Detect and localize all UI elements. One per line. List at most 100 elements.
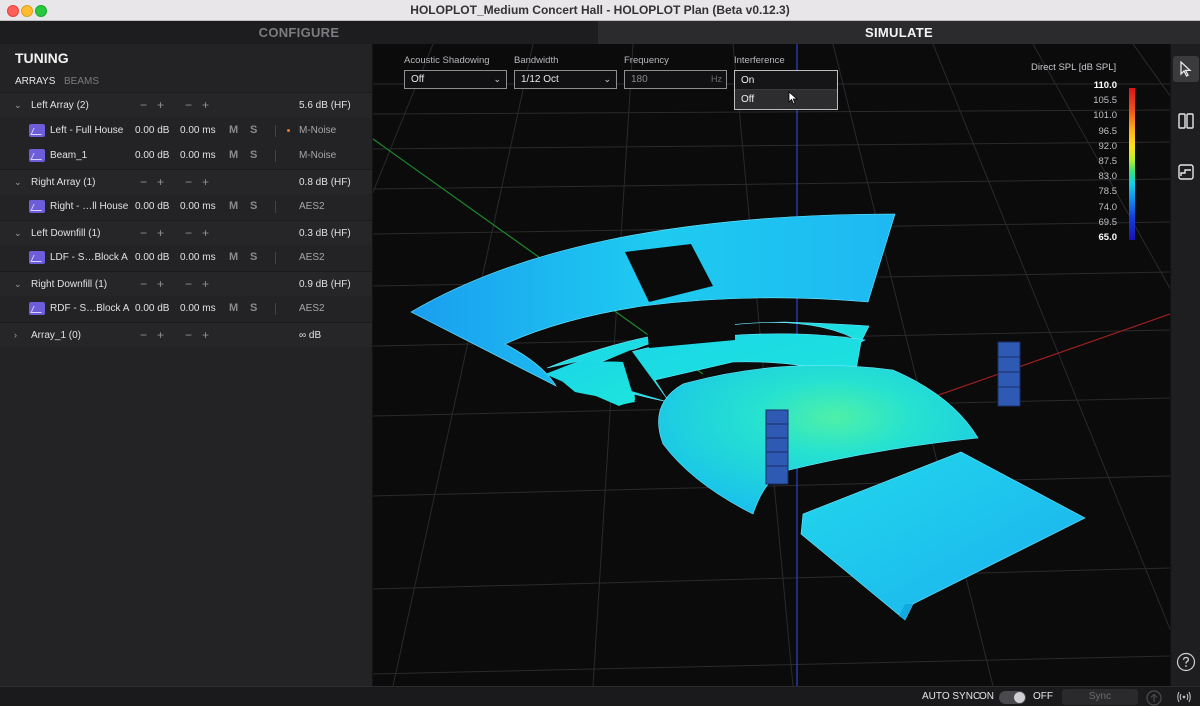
- tab-simulate[interactable]: SIMULATE: [598, 21, 1200, 44]
- array-group-row[interactable]: › Array_1 (0) − + − + ∞ dB: [0, 321, 372, 349]
- mute-button[interactable]: M: [229, 143, 238, 169]
- delay-decrease-button[interactable]: −: [185, 221, 192, 247]
- frequency-input[interactable]: 180 Hz: [624, 70, 727, 89]
- delay-decrease-button[interactable]: −: [185, 323, 192, 349]
- gain-increase-button[interactable]: +: [157, 221, 164, 247]
- mute-button[interactable]: M: [229, 194, 238, 220]
- delay-decrease-button[interactable]: −: [185, 93, 192, 119]
- beam-delay-value[interactable]: 0.00 ms: [180, 194, 216, 220]
- legend-title: Direct SPL [dB SPL]: [1031, 62, 1117, 73]
- speaker-right-array[interactable]: [997, 341, 1021, 407]
- chevron-down-icon[interactable]: ⌄: [14, 221, 24, 247]
- auto-sync-on-label: ON: [979, 691, 994, 702]
- window-titlebar: HOLOPLOT_Medium Concert Hall - HOLOPLOT …: [0, 0, 1200, 21]
- divider: [275, 303, 276, 315]
- delay-increase-button[interactable]: +: [202, 272, 209, 298]
- delay-increase-button[interactable]: +: [202, 323, 209, 349]
- gain-decrease-button[interactable]: −: [140, 272, 147, 298]
- beam-delay-value[interactable]: 0.00 ms: [180, 118, 216, 144]
- sync-button[interactable]: Sync: [1062, 689, 1138, 705]
- beam-delay-value[interactable]: 0.00 ms: [180, 143, 216, 169]
- mute-button[interactable]: M: [229, 245, 238, 271]
- speaker-left-array[interactable]: [765, 409, 789, 485]
- tab-configure[interactable]: CONFIGURE: [0, 21, 598, 44]
- solo-button[interactable]: S: [250, 143, 257, 169]
- beam-icon: [29, 251, 45, 264]
- mute-button[interactable]: M: [229, 296, 238, 322]
- gain-increase-button[interactable]: +: [157, 323, 164, 349]
- beam-row[interactable]: RDF - S…Block A 0.00 dB 0.00 ms M S AES2: [0, 296, 372, 322]
- acoustic-shadowing-select[interactable]: Off ⌄: [404, 70, 507, 89]
- bandwidth-value: 1/12 Oct: [521, 74, 559, 85]
- graph-view-button[interactable]: [1173, 159, 1199, 185]
- divider: [275, 150, 276, 162]
- gain-decrease-button[interactable]: −: [140, 221, 147, 247]
- bandwidth-select[interactable]: 1/12 Oct ⌄: [514, 70, 617, 89]
- beam-gain-value[interactable]: 0.00 dB: [135, 194, 169, 220]
- legend-tick-label: 110.0: [1093, 80, 1117, 91]
- pointer-tool-button[interactable]: [1173, 56, 1199, 82]
- 3d-scene[interactable]: [373, 44, 1170, 686]
- beam-delay-value[interactable]: 0.00 ms: [180, 296, 216, 322]
- subtab-arrays[interactable]: ARRAYS: [15, 76, 55, 87]
- array-group-row[interactable]: ⌄ Right Downfill (1) − + − +0.9 dB (HF): [0, 270, 372, 298]
- beam-name: Left - Full House: [50, 124, 124, 136]
- mode-tabs: CONFIGURE SIMULATE: [0, 21, 1200, 44]
- auto-sync-toggle[interactable]: [999, 691, 1026, 704]
- chevron-down-icon[interactable]: ⌄: [14, 272, 24, 298]
- solo-button[interactable]: S: [250, 194, 257, 220]
- beam-row[interactable]: LDF - S…Block A 0.00 dB 0.00 ms M S AES2: [0, 245, 372, 271]
- beam-delay-value[interactable]: 0.00 ms: [180, 245, 216, 271]
- gain-decrease-button[interactable]: −: [140, 170, 147, 196]
- frequency-value: 180: [631, 74, 648, 85]
- interference-option-off[interactable]: Off: [735, 90, 837, 109]
- help-icon: [1176, 652, 1196, 672]
- array-group-row[interactable]: ⌄ Left Downfill (1) − + − +0.3 dB (HF): [0, 219, 372, 247]
- beam-row[interactable]: Left - Full House 0.00 dB 0.00 ms M S M-Noise: [0, 117, 372, 144]
- legend-tick-label: 83.0: [1098, 171, 1118, 183]
- tuning-panel: TUNING ARRAYS BEAMS ⌄ Left Array (2) − + − +5…: [0, 44, 373, 686]
- array-group-row[interactable]: ⌄ Right Array (1) − + − +0.8 dB (HF): [0, 168, 372, 196]
- interference-option-on[interactable]: On: [735, 71, 837, 90]
- beam-gain-value[interactable]: 0.00 dB: [135, 296, 169, 322]
- chevron-down-icon[interactable]: ⌄: [14, 93, 24, 119]
- chevron-down-icon[interactable]: ⌄: [14, 170, 24, 196]
- chevron-down-icon: ⌄: [603, 74, 611, 84]
- beam-name: Right - …ll House: [50, 201, 129, 212]
- gain-increase-button[interactable]: +: [157, 272, 164, 298]
- chevron-right-icon[interactable]: ›: [14, 323, 24, 349]
- beam-gain-value[interactable]: 0.00 dB: [135, 245, 169, 271]
- delay-increase-button[interactable]: +: [202, 170, 209, 196]
- simulation-viewport[interactable]: Acoustic Shadowing Off ⌄ Bandwidth 1/12 …: [373, 44, 1170, 686]
- frequency-label: Frequency: [624, 55, 669, 66]
- delay-decrease-button[interactable]: −: [185, 170, 192, 196]
- upload-icon[interactable]: [1146, 690, 1162, 706]
- gain-increase-button[interactable]: +: [157, 170, 164, 196]
- array-group-row[interactable]: ⌄ Left Array (2) − + − +5.6 dB (HF): [0, 92, 372, 118]
- delay-decrease-button[interactable]: −: [185, 272, 192, 298]
- solo-button[interactable]: S: [250, 245, 257, 271]
- delay-increase-button[interactable]: +: [202, 93, 209, 119]
- delay-increase-button[interactable]: +: [202, 221, 209, 247]
- chevron-down-icon: ⌄: [493, 74, 501, 84]
- split-view-button[interactable]: [1173, 108, 1199, 134]
- beam-row[interactable]: Beam_1 0.00 dB 0.00 ms M S M-Noise: [0, 143, 372, 169]
- solo-button[interactable]: S: [250, 296, 257, 322]
- help-button[interactable]: [1173, 649, 1199, 675]
- gain-decrease-button[interactable]: −: [140, 323, 147, 349]
- legend-tick-label: 87.5: [1098, 156, 1118, 167]
- interference-dropdown[interactable]: On Off: [734, 70, 838, 110]
- beam-gain-value[interactable]: 0.00 dB: [135, 143, 169, 169]
- graph-icon: [1178, 164, 1194, 180]
- gain-increase-button[interactable]: +: [157, 93, 164, 119]
- beam-gain-value[interactable]: 0.00 dB: [135, 118, 169, 144]
- subtab-beams[interactable]: BEAMS: [64, 76, 99, 87]
- beam-row[interactable]: Right - …ll House 0.00 dB 0.00 ms M S AES2: [0, 194, 372, 220]
- beam-signal: M-Noise: [299, 124, 337, 136]
- divider: [275, 124, 276, 137]
- gain-decrease-button[interactable]: −: [140, 93, 147, 119]
- panel-title: TUNING: [15, 50, 69, 66]
- broadcast-icon[interactable]: [1176, 690, 1192, 704]
- mute-button[interactable]: M: [229, 118, 238, 144]
- solo-button[interactable]: S: [250, 118, 257, 144]
